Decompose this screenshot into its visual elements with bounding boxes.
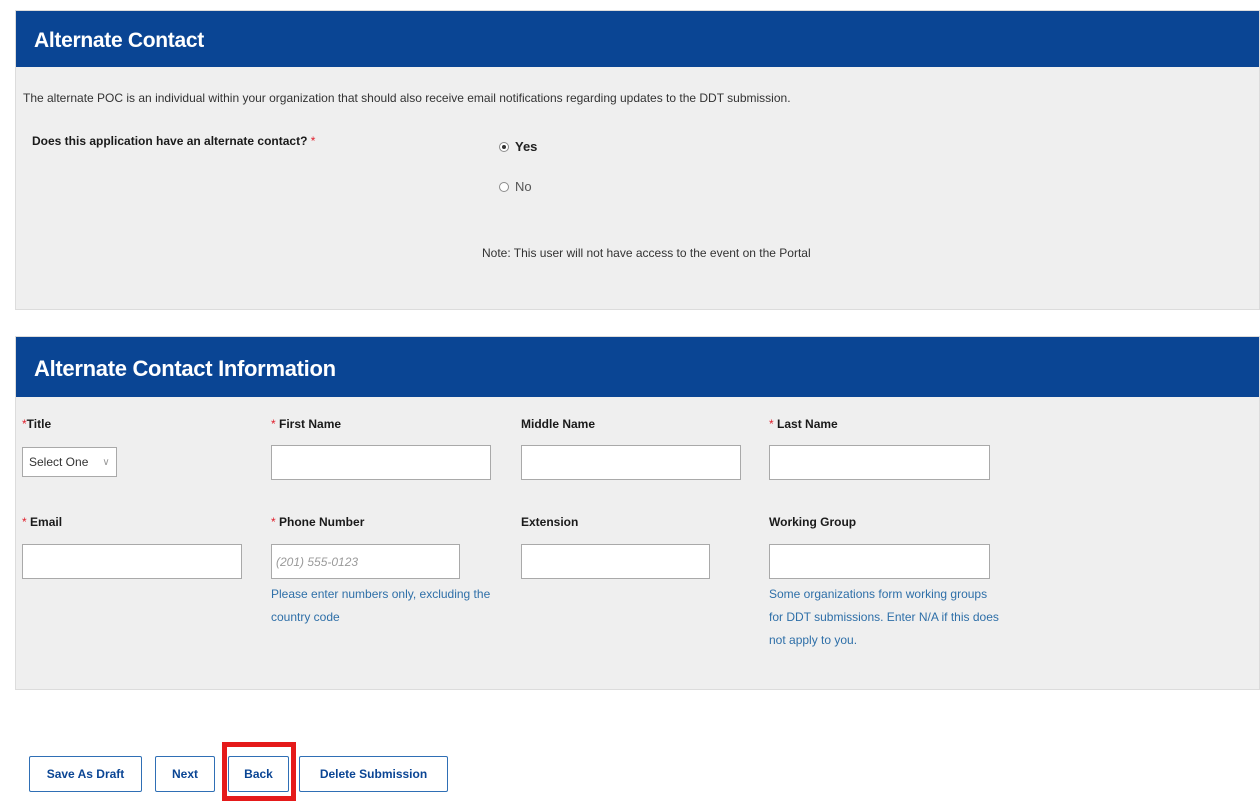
required-marker: * xyxy=(310,134,316,148)
page: Alternate Contact The alternate POC is a… xyxy=(0,0,1260,809)
email-label: * Email xyxy=(22,515,62,529)
middle-name-label: Middle Name xyxy=(521,417,596,431)
last-name-label: * Last Name xyxy=(769,417,838,431)
email-field[interactable] xyxy=(22,544,242,579)
last-name-label-text: Last Name xyxy=(777,417,838,431)
alternate-contact-description: The alternate POC is an individual withi… xyxy=(23,91,791,105)
email-label-text: Email xyxy=(30,515,63,529)
last-name-input[interactable] xyxy=(769,445,990,480)
working-group-input[interactable] xyxy=(769,544,990,579)
alternate-contact-info-section: Alternate Contact Information *Title Sel… xyxy=(15,336,1260,690)
title-select-value: Select One xyxy=(29,455,89,469)
portal-access-note: Note: This user will not have access to … xyxy=(482,246,811,260)
save-as-draft-button[interactable]: Save As Draft xyxy=(29,756,142,792)
question-label: Does this application have an alternate … xyxy=(32,134,308,148)
first-name-label-text: First Name xyxy=(279,417,342,431)
radio-button-no[interactable] xyxy=(499,181,509,192)
working-group-help-line: Some organizations form working groups xyxy=(769,587,988,601)
first-name-label: * First Name xyxy=(271,417,341,431)
radio-label-yes: Yes xyxy=(515,139,538,154)
section-header-alternate-contact: Alternate Contact xyxy=(16,11,1259,67)
title-label: *Title xyxy=(22,417,51,431)
working-group-help-line: for DDT submissions. Enter N/A if this d… xyxy=(769,610,999,624)
working-group-help-text: Some organizations form working groups f… xyxy=(769,583,999,652)
radio-option-no[interactable]: No xyxy=(499,179,532,194)
delete-submission-button[interactable]: Delete Submission xyxy=(299,756,448,792)
phone-number-input[interactable] xyxy=(271,544,460,579)
title-select[interactable]: Select One ∨ xyxy=(22,447,117,477)
chevron-down-icon: ∨ xyxy=(102,456,110,468)
extension-input[interactable] xyxy=(521,544,710,579)
extension-label: Extension xyxy=(521,515,579,529)
section-header-alternate-contact-info: Alternate Contact Information xyxy=(16,337,1259,397)
alternate-contact-question: Does this application have an alternate … xyxy=(32,134,315,148)
next-button[interactable]: Next xyxy=(155,756,215,792)
working-group-label: Working Group xyxy=(769,515,857,529)
phone-help-line: Please enter numbers only, excluding the xyxy=(271,587,491,601)
required-marker: * xyxy=(769,417,774,431)
phone-number-label-text: Phone Number xyxy=(279,515,365,529)
radio-option-yes[interactable]: Yes xyxy=(499,139,537,154)
first-name-input[interactable] xyxy=(271,445,491,480)
required-marker: * xyxy=(271,515,276,529)
radio-button-yes[interactable] xyxy=(499,141,509,152)
working-group-help-line: not apply to you. xyxy=(769,633,858,647)
phone-help-line: country code xyxy=(271,610,340,624)
radio-label-no: No xyxy=(515,179,532,194)
phone-number-label: * Phone Number xyxy=(271,515,364,529)
required-marker: * xyxy=(271,417,276,431)
title-label-text: Title xyxy=(26,417,52,431)
phone-help-text: Please enter numbers only, excluding the… xyxy=(271,583,490,629)
required-marker: * xyxy=(22,515,27,529)
middle-name-input[interactable] xyxy=(521,445,741,480)
back-button-highlight xyxy=(222,742,296,801)
alternate-contact-section: Alternate Contact The alternate POC is a… xyxy=(15,10,1260,310)
